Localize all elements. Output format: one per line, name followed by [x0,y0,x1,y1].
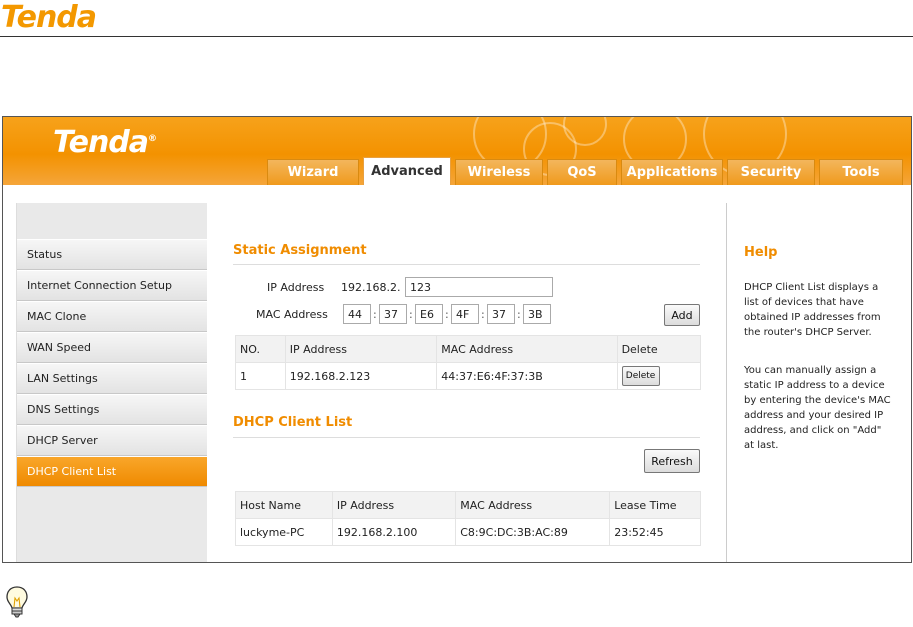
main-panel: Static Assignment IP Address 192.168.2. … [207,203,725,562]
mac-separator: : [517,308,521,321]
sidebar-item-dns-settings[interactable]: DNS Settings [17,394,207,425]
tab-applications[interactable]: Applications [621,159,723,185]
ip-address-label: IP Address [267,281,325,294]
tab-qos[interactable]: QoS [547,159,617,185]
client-table-header: Host Name IP Address MAC Address Lease Time [235,491,701,519]
help-panel: Help DHCP Client List displays a list of… [726,203,911,562]
sidebar-item-internet-connection-setup[interactable]: Internet Connection Setup [17,270,207,301]
table-cell: 1 [235,362,286,390]
sidebar-item-dhcp-server[interactable]: DHCP Server [17,425,207,456]
mac-address-label: MAC Address [256,308,328,321]
mac-octet-input[interactable] [343,304,371,324]
dhcp-client-list-rule [233,437,700,438]
table-cell: luckyme-PC [235,518,333,546]
static-assignment-rule [233,264,700,265]
mac-separator: : [445,308,449,321]
table-cell: 192.168.2.100 [331,518,457,546]
delete-button[interactable]: Delete [621,366,660,386]
dhcp-client-list-title: DHCP Client List [233,415,353,430]
mac-octet-input[interactable] [451,304,479,324]
sidebar-item-mac-clone[interactable]: MAC Clone [17,301,207,332]
ip-prefix-text: 192.168.2. [341,281,401,294]
column-header: Host Name [235,491,333,519]
help-paragraph-2: You can manually assign a static IP addr… [744,365,891,451]
column-header: NO. [235,335,286,363]
mac-octet-input[interactable] [379,304,407,324]
refresh-button[interactable]: Refresh [644,449,700,473]
mac-separator: : [409,308,413,321]
mac-octet-input[interactable] [415,304,443,324]
sidebar-top-spacer [17,203,207,239]
table-cell: 44:37:E6:4F:37:3B [436,362,618,390]
document-logo: Tenda [1,0,97,35]
column-header: Lease Time [609,491,701,519]
mac-separator: : [481,308,485,321]
mac-octet-input[interactable] [523,304,551,324]
static-assignment-title: Static Assignment [233,243,367,258]
document-header-rule [0,36,913,37]
column-header: IP Address [331,491,457,519]
tab-tools[interactable]: Tools [819,159,903,185]
mac-octet-input[interactable] [487,304,515,324]
help-title: Help [744,245,778,260]
tab-security[interactable]: Security [727,159,815,185]
main-tabs: Wizard Advanced Wireless QoS Applications Sec… [267,157,907,185]
table-row: luckyme-PC 192.168.2.100 C8:9C:DC:3B:AC:89… [235,518,701,546]
sidebar-item-lan-settings[interactable]: LAN Settings [17,363,207,394]
table-cell: Delete [616,362,702,390]
column-header: Delete [616,335,702,363]
table-row: 1 192.168.2.123 44:37:E6:4F:37:3B Delete [235,362,702,390]
add-button[interactable]: Add [664,304,700,326]
sidebar-item-status[interactable]: Status [17,239,207,270]
tab-wizard[interactable]: Wizard [267,159,359,185]
router-logo: Tenda® [53,125,157,160]
sidebar-item-wan-speed[interactable]: WAN Speed [17,332,207,363]
ip-address-input[interactable] [405,277,553,297]
tab-advanced[interactable]: Advanced [363,157,451,185]
dhcp-client-table: Host Name IP Address MAC Address Lease Time… [235,491,701,546]
static-table-header: NO. IP Address MAC Address Delete [235,335,702,363]
table-cell: C8:9C:DC:3B:AC:89 [455,518,611,546]
help-paragraph-1: DHCP Client List displays a list of devi… [744,282,881,338]
lightbulb-icon [6,586,28,618]
router-header: Tenda® Wizard Advanced Wireless QoS Applicat… [3,117,911,185]
static-assignment-table: NO. IP Address MAC Address Delete 1 192.168.… [235,335,702,390]
sidebar-list: Status Internet Connection Setup MAC Clone… [17,239,207,487]
sidebar-item-dhcp-client-list[interactable]: DHCP Client List [17,456,207,487]
column-header: MAC Address [436,335,618,363]
table-cell: 23:52:45 [609,518,701,546]
tab-wireless[interactable]: Wireless [455,159,543,185]
column-header: IP Address [284,335,438,363]
column-header: MAC Address [455,491,611,519]
sidebar: Status Internet Connection Setup MAC Clone… [16,203,208,562]
mac-separator: : [373,308,377,321]
table-cell: 192.168.2.123 [284,362,438,390]
router-screenshot: Tenda® Wizard Advanced Wireless QoS Applicat… [2,116,912,563]
